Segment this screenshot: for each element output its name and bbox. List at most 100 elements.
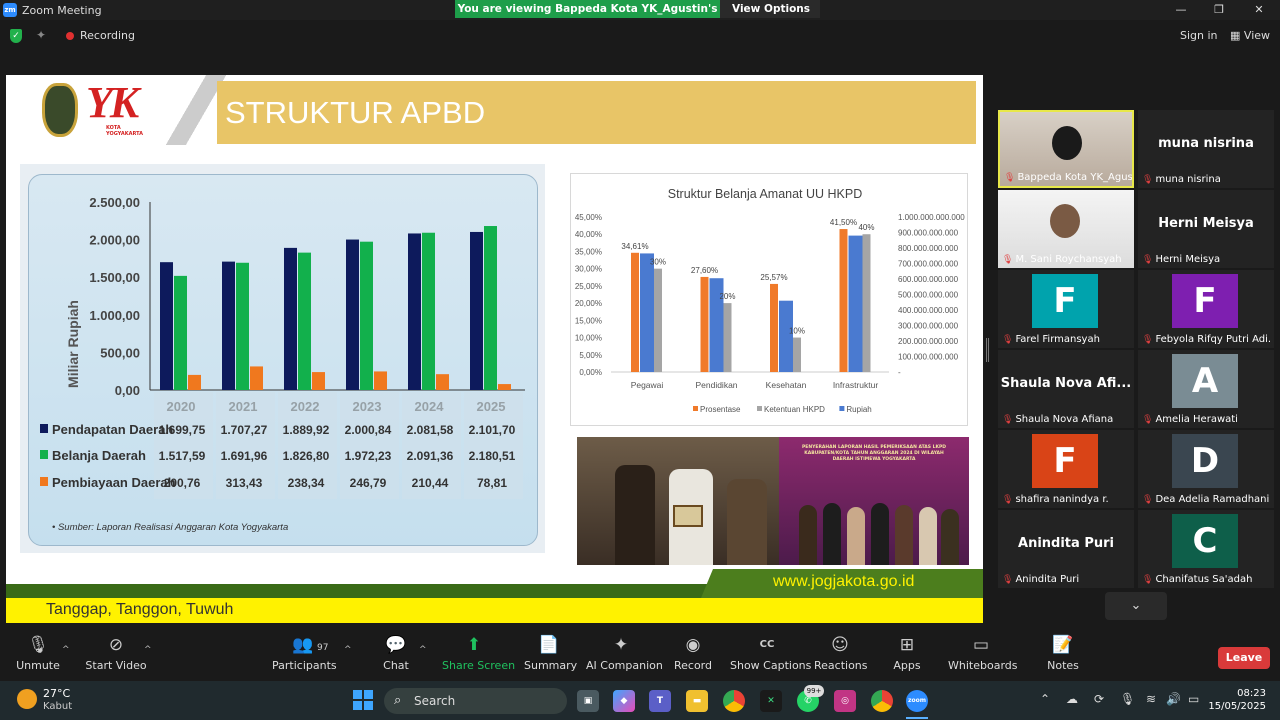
zoom-taskbar-icon[interactable]: zoom bbox=[906, 690, 928, 712]
tray-overflow-icon[interactable]: ⌃ bbox=[1040, 692, 1050, 706]
participant-name: Febyola Rifqy Putri Adi... bbox=[1155, 334, 1270, 345]
copilot-icon[interactable]: ◆ bbox=[613, 690, 635, 712]
teams-icon[interactable]: T bbox=[649, 690, 671, 712]
reactions-button[interactable]: ☺ Reactions bbox=[814, 631, 868, 681]
y-tick-label: 30,00% bbox=[575, 265, 602, 274]
task-view-icon[interactable]: ▣ bbox=[577, 690, 599, 712]
onedrive-icon[interactable]: ☁ bbox=[1066, 692, 1078, 706]
whiteboard-icon: ▭ bbox=[972, 635, 990, 655]
photo-caption: PENYERAHAN LAPORAN HASIL PEMERIKSAAN ATA… bbox=[802, 445, 946, 462]
search-icon: ⌕ bbox=[394, 693, 402, 708]
participant-tile[interactable]: F 🎙 shafira nanindya r. bbox=[998, 430, 1134, 508]
y2-tick-label: 100.000.000.000 bbox=[898, 353, 959, 362]
recording-label[interactable]: Recording bbox=[80, 29, 135, 42]
show-captions-button[interactable]: CC Show Captions bbox=[730, 631, 811, 681]
chat-button[interactable]: 💬 Chat bbox=[380, 631, 412, 681]
table-cell-value: 1.691,96 bbox=[221, 449, 268, 463]
participant-tile[interactable]: D 🎙 Dea Adelia Ramadhani... bbox=[1138, 430, 1274, 508]
start-tile bbox=[364, 701, 373, 710]
summary-button[interactable]: 📄 Summary bbox=[524, 631, 577, 681]
panel-resize-handle[interactable] bbox=[986, 338, 989, 362]
data-label: 34,61% bbox=[621, 242, 648, 251]
audio-options-caret[interactable]: ^ bbox=[62, 645, 70, 655]
grid-icon: ▦ bbox=[1230, 29, 1241, 42]
table-cell-value: 1.889,92 bbox=[283, 423, 330, 437]
weather-condition[interactable]: Kabut bbox=[43, 701, 72, 712]
y2-tick-label: 900.000.000.000 bbox=[898, 229, 959, 238]
apps-button[interactable]: ⊞ Apps bbox=[890, 631, 924, 681]
wifi-icon[interactable]: ≋ bbox=[1146, 692, 1156, 706]
temperature[interactable]: 27°C bbox=[43, 687, 70, 700]
person-figure bbox=[919, 507, 937, 565]
bar-pembiayaan-daerah bbox=[250, 366, 263, 390]
file-explorer-icon[interactable]: ▬ bbox=[686, 690, 708, 712]
xbox-icon[interactable]: ✕ bbox=[760, 690, 782, 712]
maximize-button[interactable]: ❐ bbox=[1200, 0, 1238, 20]
footer-url-band: www.jogjakota.go.id bbox=[701, 569, 983, 598]
muted-mic-icon: 🎙 bbox=[1002, 335, 1014, 345]
y-tick-label: 2.500,00 bbox=[89, 195, 140, 210]
battery-icon[interactable]: ▭ bbox=[1188, 692, 1199, 706]
volume-icon[interactable]: 🔊 bbox=[1166, 692, 1181, 706]
chrome-profile-icon[interactable] bbox=[871, 690, 893, 712]
chat-options-caret[interactable]: ^ bbox=[419, 645, 427, 655]
shared-screen-slide: YK KOTA YOGYAKARTA STRUKTUR APBD 0,00 500,… bbox=[6, 75, 983, 623]
security-shield-icon[interactable]: ✓ bbox=[10, 29, 22, 43]
leave-button[interactable]: Leave bbox=[1218, 647, 1270, 669]
participant-name: Anindita Puri bbox=[1015, 574, 1080, 585]
participant-tile[interactable]: F 🎙 Febyola Rifqy Putri Adi... bbox=[1138, 270, 1274, 348]
sparkle-icon[interactable]: ✦ bbox=[36, 28, 46, 42]
bar-rupiah bbox=[779, 300, 793, 372]
zoom-app-icon: zm bbox=[3, 3, 17, 17]
bar-pembiayaan-daerah bbox=[188, 374, 201, 390]
table-cell-value: 78,81 bbox=[477, 476, 507, 490]
chrome-icon[interactable] bbox=[723, 690, 745, 712]
instagram-icon[interactable]: ◎ bbox=[834, 690, 856, 712]
whiteboards-button[interactable]: ▭ Whiteboards bbox=[948, 631, 1017, 681]
muted-mic-icon: 🎙 bbox=[1004, 173, 1016, 183]
participant-tile[interactable]: A 🎙 Amelia Herawati bbox=[1138, 350, 1274, 428]
weather-fog-icon[interactable] bbox=[17, 689, 37, 709]
record-button[interactable]: ◉ Record bbox=[672, 631, 714, 681]
bar-pembiayaan-daerah bbox=[374, 371, 387, 390]
windows-start-button[interactable] bbox=[353, 690, 373, 710]
view-options-button[interactable]: View Options ⌄ bbox=[720, 0, 820, 33]
unmute-button[interactable]: 🎙 Unmute bbox=[12, 631, 64, 681]
share-screen-label: Share Screen bbox=[442, 659, 516, 672]
participant-tile[interactable]: C 🎙 Chanifatus Sa'adah bbox=[1138, 510, 1274, 588]
participant-tile[interactable]: Herni Meisya 🎙 Herni Meisya bbox=[1138, 190, 1274, 268]
participants-options-caret[interactable]: ^ bbox=[344, 645, 352, 655]
apbd-chart-panel: 0,00 500,00 1.000,00 1.500,00 2.000,00 2.500,… bbox=[20, 164, 545, 553]
y-tick-label: 15,00% bbox=[575, 316, 602, 325]
participant-tile[interactable]: Anindita Puri 🎙 Anindita Puri bbox=[998, 510, 1134, 588]
view-button[interactable]: ▦ View bbox=[1230, 29, 1270, 42]
close-button[interactable]: ✕ bbox=[1240, 0, 1278, 20]
notes-button[interactable]: 📝 Notes bbox=[1046, 631, 1080, 681]
participant-name: Amelia Herawati bbox=[1155, 414, 1238, 425]
minimize-button[interactable]: — bbox=[1162, 0, 1200, 20]
bar-pendapatan-daerah bbox=[408, 233, 421, 390]
video-options-caret[interactable]: ^ bbox=[144, 645, 152, 655]
refresh-icon[interactable]: ⟳ bbox=[1094, 692, 1104, 706]
muted-mic-icon: 🎙 bbox=[1002, 255, 1014, 265]
gallery-scroll-down-button[interactable]: ⌄ bbox=[1105, 592, 1167, 620]
start-video-button[interactable]: ⊘ Start Video bbox=[84, 631, 148, 681]
taskbar-search[interactable]: ⌕ Search bbox=[384, 688, 567, 714]
taskbar-clock[interactable]: 08:23 15/05/2025 bbox=[1208, 687, 1266, 713]
participant-tile[interactable]: muna nisrina 🎙 muna nisrina bbox=[1138, 110, 1274, 188]
participant-tile[interactable]: 🎙Bappeda Kota YK_Agustin bbox=[998, 110, 1134, 188]
participant-tile[interactable]: Shaula Nova Afi... 🎙 Shaula Nova Afiana bbox=[998, 350, 1134, 428]
sign-in-button[interactable]: Sign in bbox=[1180, 29, 1218, 42]
participants-button[interactable]: 👥 Participants 97 bbox=[272, 631, 337, 681]
bar-rupiah bbox=[848, 235, 863, 372]
muted-mic-icon: 🎙 bbox=[1002, 415, 1014, 425]
whatsapp-badge: 99+ bbox=[804, 685, 824, 697]
video-off-icon: ⊘ bbox=[108, 635, 124, 655]
y-tick-label: 10,00% bbox=[575, 334, 602, 343]
participant-tile[interactable]: 🎙 M. Sani Roychansyah bbox=[998, 190, 1134, 268]
participant-tile[interactable]: F 🎙 Farel Firmansyah bbox=[998, 270, 1134, 348]
microphone-icon[interactable]: 🎙 bbox=[1120, 692, 1135, 706]
ai-companion-button[interactable]: ✦ AI Companion bbox=[586, 631, 663, 681]
table-cell-value: 2.180,51 bbox=[469, 449, 516, 463]
share-screen-button[interactable]: ⬆ Share Screen bbox=[442, 631, 516, 681]
